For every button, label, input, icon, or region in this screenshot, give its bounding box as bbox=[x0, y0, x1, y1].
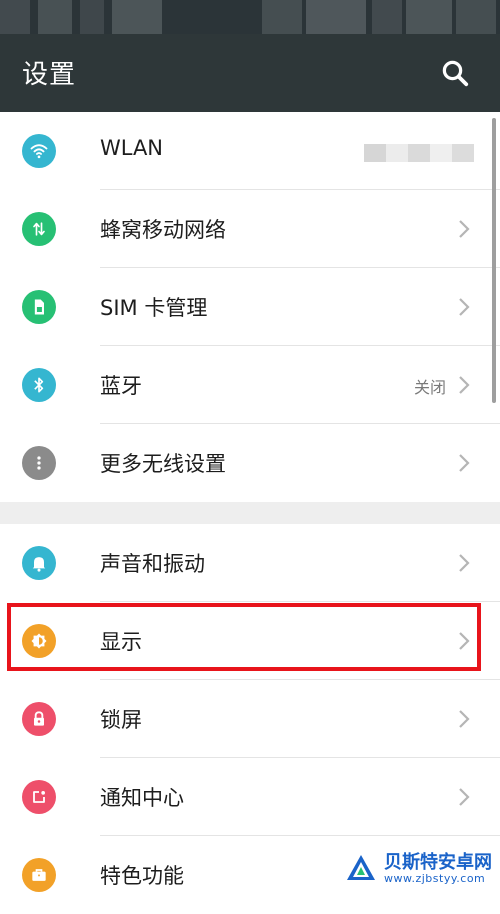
briefcase-icon bbox=[22, 858, 56, 892]
settings-item-sim[interactable]: SIM 卡管理 bbox=[0, 268, 500, 346]
chevron-right-icon bbox=[459, 710, 470, 728]
settings-item-label: SIM 卡管理 bbox=[100, 296, 208, 320]
chevron-right-icon bbox=[459, 788, 470, 806]
mobile-data-icon bbox=[22, 212, 56, 246]
more-icon bbox=[22, 446, 56, 480]
chevron-right-icon bbox=[459, 454, 470, 472]
sim-card-icon bbox=[22, 290, 56, 324]
section-divider bbox=[0, 502, 500, 524]
settings-list: WLAN 蜂窝移动网络 SIM 卡管理 蓝牙 关闭 更多无线设置 声音和振动 显… bbox=[0, 112, 500, 914]
settings-item-label: 锁屏 bbox=[100, 708, 142, 732]
bluetooth-icon bbox=[22, 368, 56, 402]
settings-item-label: 通知中心 bbox=[100, 786, 184, 810]
search-icon[interactable] bbox=[440, 58, 470, 88]
scrollbar[interactable] bbox=[492, 118, 496, 403]
chevron-right-icon bbox=[459, 220, 470, 238]
settings-item-notification[interactable]: 通知中心 bbox=[0, 758, 500, 836]
chevron-right-icon bbox=[459, 376, 470, 394]
notification-icon bbox=[22, 780, 56, 814]
watermark: 贝斯特安卓网 www.zjbstyy.com bbox=[344, 852, 492, 886]
settings-item-more-wireless[interactable]: 更多无线设置 bbox=[0, 424, 500, 502]
bell-icon bbox=[22, 546, 56, 580]
brightness-icon bbox=[22, 624, 56, 658]
settings-item-label: 特色功能 bbox=[100, 864, 184, 888]
chevron-right-icon bbox=[459, 632, 470, 650]
settings-item-label: 蜂窝移动网络 bbox=[100, 218, 226, 242]
settings-item-label: 更多无线设置 bbox=[100, 452, 226, 476]
chevron-right-icon bbox=[459, 554, 470, 572]
watermark-logo-icon bbox=[347, 855, 375, 880]
settings-item-wlan[interactable]: WLAN bbox=[0, 112, 500, 190]
lock-icon bbox=[22, 702, 56, 736]
bluetooth-status: 关闭 bbox=[413, 378, 446, 397]
watermark-url: www.zjbstyy.com bbox=[384, 871, 486, 885]
settings-item-label: WLAN bbox=[100, 136, 164, 160]
settings-item-sound[interactable]: 声音和振动 bbox=[0, 524, 500, 602]
settings-item-lockscreen[interactable]: 锁屏 bbox=[0, 680, 500, 758]
status-bar bbox=[0, 0, 500, 34]
page-title: 设置 bbox=[22, 60, 77, 90]
app-bar: 设置 bbox=[0, 34, 500, 112]
settings-item-label: 蓝牙 bbox=[100, 374, 142, 398]
watermark-text: 贝斯特安卓网 bbox=[384, 851, 492, 873]
settings-item-display[interactable]: 显示 bbox=[0, 602, 500, 680]
settings-item-mobile-network[interactable]: 蜂窝移动网络 bbox=[0, 190, 500, 268]
wlan-network-name bbox=[364, 144, 474, 162]
settings-item-label: 声音和振动 bbox=[100, 552, 205, 576]
settings-item-label: 显示 bbox=[100, 630, 142, 654]
settings-item-bluetooth[interactable]: 蓝牙 关闭 bbox=[0, 346, 500, 424]
wifi-icon bbox=[22, 134, 56, 168]
chevron-right-icon bbox=[459, 298, 470, 316]
